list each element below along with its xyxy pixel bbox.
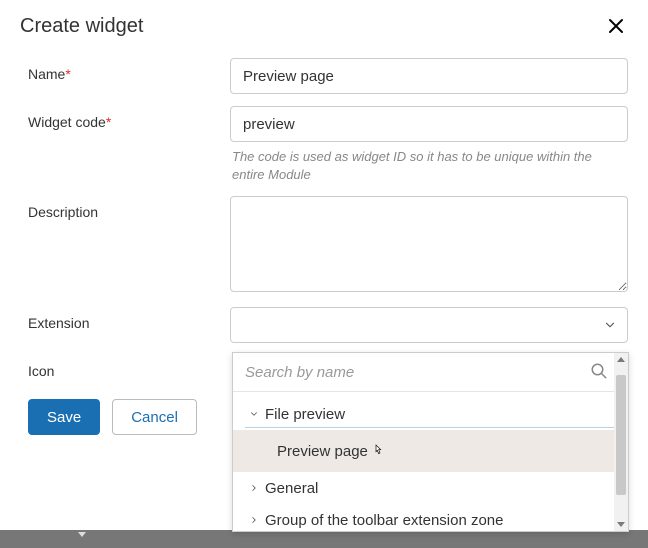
tree-group-label: File preview (265, 406, 345, 423)
save-button[interactable]: Save (28, 399, 100, 435)
name-input[interactable] (230, 58, 628, 94)
description-label: Description (20, 196, 230, 295)
dropdown-search-input[interactable] (233, 353, 628, 391)
chevron-down-icon (249, 409, 259, 419)
widget-code-label: Widget code* (20, 106, 230, 184)
tree-divider (245, 427, 614, 428)
name-label: Name* (20, 58, 230, 94)
chevron-right-icon (249, 483, 259, 493)
widget-code-hint: The code is used as widget ID so it has … (230, 142, 628, 184)
tree-item-preview-page[interactable]: Preview page (233, 430, 614, 472)
extension-label: Extension (20, 307, 230, 343)
cancel-button[interactable]: Cancel (112, 399, 197, 435)
extension-select[interactable] (230, 307, 628, 343)
scroll-down-icon (617, 522, 625, 527)
scrollbar-thumb[interactable] (616, 375, 626, 495)
statusbar-caret-icon (78, 532, 86, 537)
chevron-down-icon (603, 318, 617, 332)
tree-group-file-preview[interactable]: File preview (233, 398, 614, 430)
description-input[interactable] (230, 196, 628, 292)
search-icon (590, 362, 608, 380)
status-bar (0, 530, 648, 548)
tree-group-general[interactable]: General (233, 472, 614, 504)
icon-label: Icon (20, 355, 230, 379)
page-title: Create widget (20, 15, 143, 38)
pointer-cursor-icon (370, 441, 386, 461)
tree-group-label: Group of the toolbar extension zone (265, 512, 504, 529)
chevron-right-icon (249, 515, 259, 525)
tree-group-toolbar-zone[interactable]: Group of the toolbar extension zone (233, 504, 614, 531)
widget-code-input[interactable] (230, 106, 628, 142)
tree-item-label: Preview page (277, 443, 368, 460)
close-icon (607, 17, 625, 35)
scroll-up-icon (617, 357, 625, 362)
close-button[interactable] (604, 14, 628, 38)
extension-dropdown: File preview Preview page General Group … (232, 352, 629, 532)
dropdown-scrollbar[interactable] (614, 353, 628, 531)
tree-group-label: General (265, 480, 318, 497)
